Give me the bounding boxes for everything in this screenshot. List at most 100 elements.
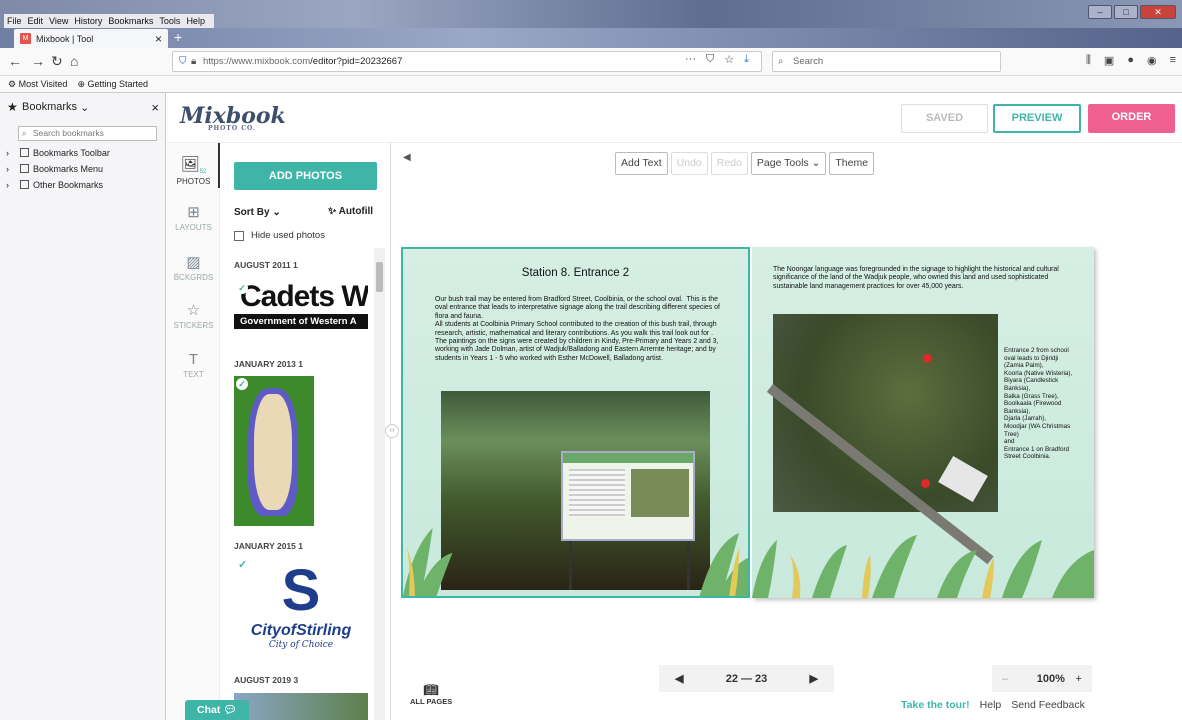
mixbook-logo[interactable]: Mixbook PHOTO CO.	[180, 103, 286, 132]
close-window-button[interactable]: ✕	[1140, 5, 1176, 19]
search-field[interactable]: ⌕ Search	[772, 51, 1001, 72]
theme-button[interactable]: Theme	[829, 152, 875, 175]
search-icon: ⌕	[22, 128, 27, 138]
page-body-text[interactable]: The Noongar language was foregrounded in…	[773, 266, 1073, 291]
photo-thumbnail[interactable]: ✓	[234, 376, 314, 526]
foliage-decoration	[752, 535, 1094, 598]
scrollbar-thumb[interactable]	[376, 262, 383, 292]
sidebar-title[interactable]: Bookmarks	[22, 101, 77, 113]
other-bookmarks-folder[interactable]: › Other Bookmarks	[0, 177, 165, 193]
bookmark-most-visited[interactable]: ⚙ Most Visited	[8, 79, 67, 90]
group-label: JANUARY 2015 1	[234, 541, 303, 551]
page-navigator: ◀ 22 — 23 ▶	[659, 665, 834, 692]
home-icon[interactable]: ⌂	[70, 53, 78, 69]
page-title[interactable]: Station 8. Entrance 2	[403, 267, 748, 279]
library-icon[interactable]: ⫼	[1086, 54, 1091, 67]
account-icon[interactable]: ◉	[1147, 54, 1157, 67]
menu-help[interactable]: Help	[186, 14, 205, 28]
photo-thumbnail[interactable]: ✓ S CityofStirling City of Choice	[234, 558, 368, 668]
next-page-icon[interactable]: ▶	[810, 672, 818, 685]
bookmark-label: Getting Started	[87, 78, 149, 89]
autofill-label: Autofill	[338, 206, 374, 217]
bookmark-getting-started[interactable]: ⊕ Getting Started	[77, 79, 148, 90]
bookmarks-toolbar-folder[interactable]: › Bookmarks Toolbar	[0, 145, 165, 161]
preview-button[interactable]: PREVIEW	[993, 104, 1081, 133]
rail-text[interactable]: T TEXT	[167, 351, 220, 379]
chevron-down-icon[interactable]: ⌄	[80, 101, 89, 114]
menu-tools[interactable]: Tools	[159, 14, 180, 28]
bookmarks-search-input[interactable]: ⌕ Search bookmarks	[18, 126, 157, 141]
bookmark-star-icon[interactable]: ☆	[724, 53, 734, 66]
bookmarks-sidebar: ★ Bookmarks ⌄ × ⌕ Search bookmarks › Book…	[0, 93, 166, 720]
extension-icon[interactable]: ●	[1127, 54, 1134, 67]
rail-label: PHOTOS	[176, 177, 211, 186]
sort-by-dropdown[interactable]: Sort By ⌄	[234, 207, 281, 218]
bookmarks-menu-folder[interactable]: › Bookmarks Menu	[0, 161, 165, 177]
map-caption[interactable]: Entrance 2 from school oval leads to Dji…	[1004, 347, 1076, 461]
hide-used-label: Hide used photos	[251, 230, 325, 241]
scrollbar[interactable]	[374, 248, 385, 720]
rail-layouts[interactable]: ⊞ LAYOUTS	[167, 203, 220, 232]
download-icon[interactable]: ⤓	[744, 53, 749, 66]
book-page-left[interactable]: Station 8. Entrance 2 Our bush trail may…	[401, 247, 750, 598]
page-tools-button[interactable]: Page Tools ⌄	[750, 152, 827, 175]
panel-resize-handle[interactable]: ‹›	[385, 424, 399, 438]
undo-button[interactable]: Undo	[670, 152, 708, 175]
close-icon[interactable]: ×	[151, 100, 159, 115]
page-actions-icon[interactable]: ···	[685, 53, 696, 66]
page-body-text[interactable]: Our bush trail may be entered from Bradf…	[435, 296, 723, 363]
app-header: Mixbook PHOTO CO. SAVED PREVIEW ORDER	[167, 93, 1182, 143]
chat-bubble-icon: 💬︎	[223, 704, 237, 716]
add-text-button[interactable]: Add Text	[615, 152, 668, 175]
menu-icon[interactable]: ≡	[1170, 54, 1176, 67]
all-pages-button[interactable]: 📖︎ ALL PAGES	[410, 683, 452, 706]
zoom-out-button[interactable]: –	[1002, 673, 1008, 685]
take-tour-link[interactable]: Take the tour!	[901, 699, 970, 711]
minimize-button[interactable]: –	[1088, 5, 1112, 19]
aerial-map-photo[interactable]	[766, 314, 998, 565]
pocket-icon[interactable]: ⛉	[706, 53, 714, 66]
menu-view[interactable]: View	[49, 14, 68, 28]
redo-button[interactable]: Redo	[710, 152, 748, 175]
zoom-level: 100%	[1036, 672, 1065, 685]
help-link[interactable]: Help	[980, 699, 1002, 711]
lock-icon[interactable]: 🔒︎	[191, 52, 196, 71]
search-icon: ⌕	[778, 56, 784, 67]
url-bar[interactable]: ⛉ 🔒︎ https://www.mixbook.com/editor?pid=…	[172, 51, 762, 72]
chat-button[interactable]: Chat 💬︎	[185, 700, 249, 720]
checkbox[interactable]	[234, 230, 244, 241]
add-photos-button[interactable]: ADD PHOTOS	[234, 162, 377, 190]
zoom-control: – 100% +	[992, 665, 1092, 692]
zoom-in-button[interactable]: +	[1076, 673, 1082, 685]
photo-thumbnail[interactable]: ✓ Cadets W Government of Western A	[234, 280, 368, 336]
prev-page-icon[interactable]: ◀	[675, 672, 683, 685]
menu-file[interactable]: File	[7, 14, 22, 28]
close-tab-icon[interactable]: ×	[155, 32, 162, 46]
rail-backgrounds[interactable]: ▨ BCKGRDS	[167, 253, 220, 282]
menu-bookmarks[interactable]: Bookmarks	[108, 14, 153, 28]
hide-used-checkbox[interactable]: Hide used photos	[234, 230, 325, 241]
menu-history[interactable]: History	[74, 14, 102, 28]
autofill-button[interactable]: ✨︎ Autofill	[328, 206, 373, 217]
back-icon[interactable]: ←	[8, 53, 22, 69]
tracking-shield-icon[interactable]: ⛉	[179, 52, 187, 71]
page-number: 22 — 23	[725, 672, 768, 685]
browser-tab[interactable]: M Mixbook | Tool ×	[14, 29, 168, 48]
forward-icon[interactable]: →	[31, 53, 45, 69]
send-feedback-link[interactable]: Send Feedback	[1011, 699, 1085, 711]
reload-icon[interactable]: ↻	[51, 53, 63, 70]
collapse-panel-icon[interactable]: ◀	[403, 152, 411, 163]
maximize-button[interactable]: □	[1114, 5, 1138, 19]
rail-stickers[interactable]: ☆ STICKERS	[167, 301, 220, 330]
order-button[interactable]: ORDER	[1088, 104, 1175, 133]
group-label: JANUARY 2013 1	[234, 359, 303, 369]
new-tab-icon[interactable]: +	[174, 29, 182, 45]
backgrounds-icon: ▨	[186, 254, 201, 271]
stirling-logo-text: CityofStirling	[250, 622, 352, 639]
photo-thumbnail[interactable]	[234, 693, 368, 720]
rail-label: LAYOUTS	[175, 223, 212, 232]
menu-edit[interactable]: Edit	[28, 14, 44, 28]
rail-photos[interactable]: 🖼︎52 PHOTOS	[167, 155, 220, 186]
book-page-right[interactable]: The Noongar language was foregrounded in…	[752, 247, 1094, 598]
sidebar-icon[interactable]: ▣	[1104, 54, 1114, 67]
